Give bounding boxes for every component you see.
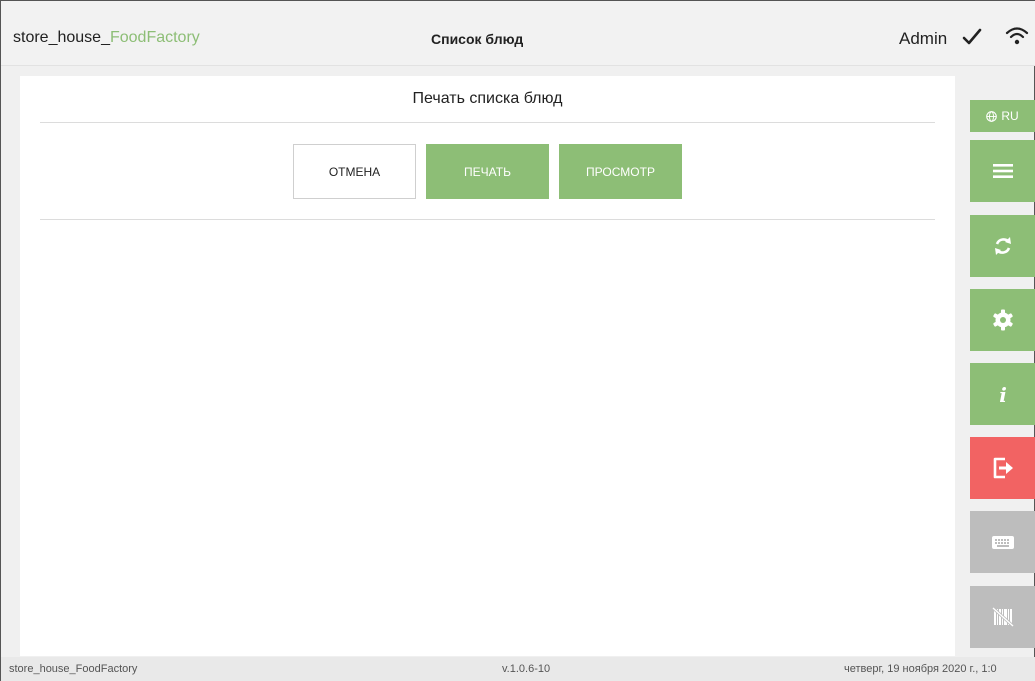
brand-main: store_house_: [13, 29, 110, 46]
check-icon: [962, 28, 982, 45]
menu-button[interactable]: [970, 140, 1035, 202]
barcode-off-icon: [991, 606, 1014, 628]
footer-version: v.1.0.6-10: [502, 663, 551, 675]
keyboard-icon: [991, 536, 1014, 549]
footer-app-name: store_house_FoodFactory: [9, 663, 138, 675]
settings-button[interactable]: [970, 289, 1035, 351]
preview-button[interactable]: ПРОСМОТР: [559, 144, 682, 199]
menu-icon: [992, 164, 1013, 178]
app-brand: store_house_FoodFactory: [13, 29, 200, 47]
refresh-button[interactable]: [970, 215, 1035, 277]
status-bar: store_house_FoodFactory v.1.0.6-10 четве…: [1, 657, 1035, 681]
print-button[interactable]: ПЕЧАТЬ: [426, 144, 549, 199]
wifi-icon: [1005, 27, 1029, 45]
logout-button[interactable]: [970, 437, 1035, 499]
divider: [40, 122, 935, 123]
globe-icon: [986, 110, 998, 122]
info-icon: i: [999, 383, 1007, 407]
refresh-icon: [994, 237, 1011, 255]
dialog-title: Печать списка блюд: [412, 90, 563, 107]
brand-accent: FoodFactory: [109, 29, 200, 46]
info-button[interactable]: i: [970, 363, 1035, 425]
keyboard-button[interactable]: [970, 511, 1035, 573]
user-name[interactable]: Admin: [899, 29, 947, 49]
footer-datetime: четверг, 19 ноября 2020 г., 1:0: [844, 663, 997, 675]
svg-text:i: i: [999, 383, 1007, 407]
language-label: RU: [1001, 109, 1019, 123]
barcode-button[interactable]: [970, 586, 1035, 648]
logout-icon: [993, 457, 1013, 479]
language-button[interactable]: RU: [970, 100, 1035, 132]
print-dialog: Печать списка блюд ОТМЕНА ПЕЧАТЬ ПРОСМОТ…: [20, 76, 955, 656]
page-title: Список блюд: [431, 31, 524, 47]
top-bar: store_house_FoodFactory Список блюд Admi…: [1, 1, 1035, 66]
gear-icon: [992, 309, 1013, 331]
divider: [40, 219, 935, 220]
cancel-button[interactable]: ОТМЕНА: [293, 144, 416, 199]
